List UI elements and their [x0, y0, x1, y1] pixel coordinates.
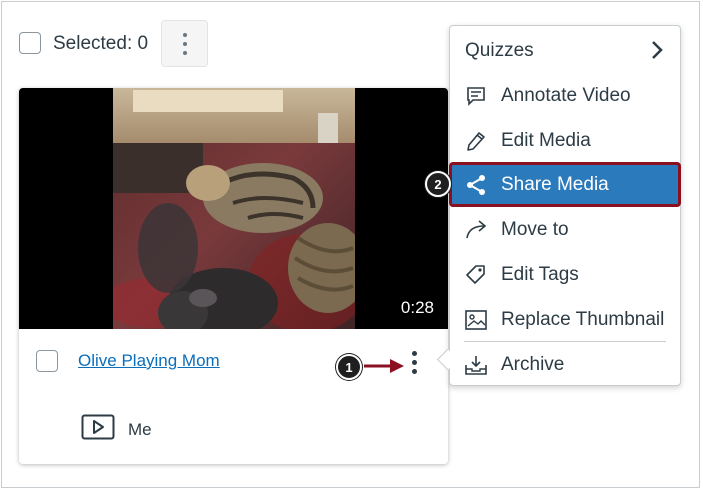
pencil-icon [465, 130, 487, 152]
media-select-checkbox[interactable] [36, 350, 58, 372]
media-owner: Me [128, 420, 152, 439]
media-options-menu: Quizzes Annotate Video Edit Media Share … [449, 25, 681, 386]
menu-item-annotate-video[interactable]: Annotate Video [450, 73, 680, 118]
bulk-actions-button[interactable] [161, 20, 208, 67]
move-arrow-icon [465, 219, 487, 241]
kebab-icon [412, 351, 417, 356]
image-icon [465, 309, 487, 331]
menu-item-replace-thumbnail[interactable]: Replace Thumbnail [450, 297, 680, 342]
video-type-icon [81, 414, 115, 440]
select-all-checkbox[interactable] [19, 32, 41, 54]
tag-icon [465, 264, 487, 286]
media-card: 0:28 Olive Playing Mom Me [19, 88, 448, 464]
menu-item-move-to[interactable]: Move to [450, 207, 680, 252]
menu-item-share-media[interactable]: Share Media [449, 162, 681, 207]
video-thumbnail[interactable]: 0:28 [19, 88, 448, 329]
archive-icon [465, 354, 487, 376]
callout-2: 2 [425, 171, 451, 197]
annotation-arrow-icon [364, 359, 404, 373]
menu-item-edit-media[interactable]: Edit Media [450, 118, 680, 163]
chevron-right-icon [652, 41, 663, 59]
callout-1: 1 [336, 354, 362, 380]
comment-icon [465, 85, 487, 107]
share-icon [465, 174, 487, 196]
menu-item-archive[interactable]: Archive [450, 342, 680, 387]
video-duration: 0:28 [400, 298, 434, 317]
media-title-link[interactable]: Olive Playing Mom [78, 351, 220, 371]
menu-item-quizzes[interactable]: Quizzes [450, 28, 680, 73]
menu-item-edit-tags[interactable]: Edit Tags [450, 252, 680, 297]
selected-count-label: Selected: 0 [53, 33, 149, 54]
cat-photo [113, 88, 355, 329]
media-options-button[interactable] [407, 348, 421, 378]
kebab-icon [183, 33, 187, 37]
